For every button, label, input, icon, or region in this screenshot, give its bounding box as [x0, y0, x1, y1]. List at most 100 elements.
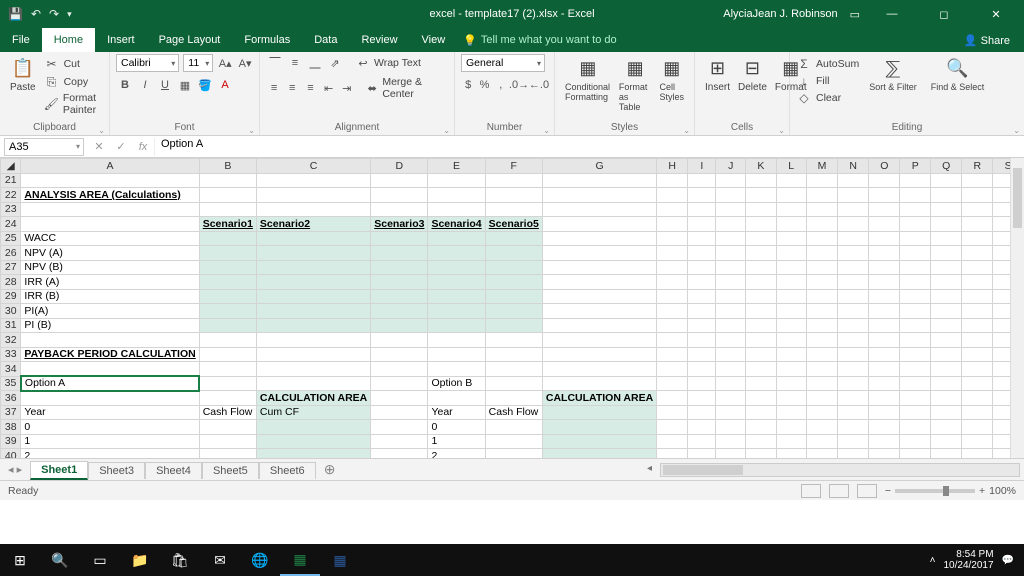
formula-input[interactable]: Option A: [154, 138, 1024, 156]
cell-J30[interactable]: [716, 304, 746, 319]
cell-R32[interactable]: [962, 333, 993, 348]
cell-N36[interactable]: [838, 391, 869, 406]
row-header-36[interactable]: 36: [1, 391, 21, 406]
cell-M34[interactable]: [806, 362, 838, 377]
insert-cells-button[interactable]: ⊞Insert: [701, 54, 734, 116]
cell-P34[interactable]: [900, 362, 931, 377]
cell-G26[interactable]: [542, 246, 656, 261]
cell-P36[interactable]: [900, 391, 931, 406]
enter-formula-button[interactable]: ✓: [110, 140, 132, 153]
cell-B39[interactable]: [199, 434, 256, 449]
cell-Q26[interactable]: [931, 246, 962, 261]
fill-color-button[interactable]: 🪣: [196, 76, 214, 94]
cell-A21[interactable]: [21, 173, 199, 188]
cell-B23[interactable]: [199, 202, 256, 217]
notifications-icon[interactable]: 💬: [1002, 555, 1014, 566]
row-header-34[interactable]: 34: [1, 362, 21, 377]
word-taskbar-button[interactable]: ▦: [320, 544, 360, 576]
cell-A29[interactable]: IRR (B): [21, 289, 199, 304]
cell-G23[interactable]: [542, 202, 656, 217]
redo-icon[interactable]: ↷: [49, 7, 59, 21]
cell-P39[interactable]: [900, 434, 931, 449]
cell-N30[interactable]: [838, 304, 869, 319]
cell-O38[interactable]: [869, 420, 900, 435]
cell-C39[interactable]: [256, 434, 370, 449]
cell-H37[interactable]: [657, 405, 688, 420]
cell-A37[interactable]: Year: [21, 405, 199, 420]
cell-B37[interactable]: Cash Flow: [199, 405, 256, 420]
col-header-K[interactable]: K: [746, 159, 777, 174]
cell-J32[interactable]: [716, 333, 746, 348]
cell-H35[interactable]: [657, 376, 688, 391]
cell-Q29[interactable]: [931, 289, 962, 304]
row-header-24[interactable]: 24: [1, 217, 21, 232]
cell-I33[interactable]: [688, 347, 716, 362]
cell-F37[interactable]: Cash Flow: [485, 405, 542, 420]
cell-F39[interactable]: [485, 434, 542, 449]
col-header-N[interactable]: N: [838, 159, 869, 174]
cell-A31[interactable]: PI (B): [21, 318, 199, 333]
share-button[interactable]: 👤 Share: [964, 34, 1024, 47]
maximize-button[interactable]: ◻: [924, 8, 964, 21]
cell-J29[interactable]: [716, 289, 746, 304]
tab-file[interactable]: File: [0, 28, 42, 52]
cell-L22[interactable]: [776, 188, 806, 203]
tab-formulas[interactable]: Formulas: [232, 28, 302, 52]
cell-H36[interactable]: [657, 391, 688, 406]
tab-page-layout[interactable]: Page Layout: [147, 28, 233, 52]
cell-R29[interactable]: [962, 289, 993, 304]
cell-F23[interactable]: [485, 202, 542, 217]
cell-P37[interactable]: [900, 405, 931, 420]
row-header-37[interactable]: 37: [1, 405, 21, 420]
cell-D26[interactable]: [371, 246, 428, 261]
cell-E37[interactable]: Year: [428, 405, 485, 420]
cell-L27[interactable]: [776, 260, 806, 275]
cell-D31[interactable]: [371, 318, 428, 333]
cell-P22[interactable]: [900, 188, 931, 203]
fill-button[interactable]: ↓Fill: [796, 73, 859, 89]
cell-I24[interactable]: [688, 217, 716, 232]
align-center-button[interactable]: ≡: [284, 79, 300, 97]
cell-R36[interactable]: [962, 391, 993, 406]
cell-O22[interactable]: [869, 188, 900, 203]
col-header-D[interactable]: D: [371, 159, 428, 174]
cell-L28[interactable]: [776, 275, 806, 290]
cell-A27[interactable]: NPV (B): [21, 260, 199, 275]
cell-M25[interactable]: [806, 231, 838, 246]
cell-N24[interactable]: [838, 217, 869, 232]
cell-K30[interactable]: [746, 304, 777, 319]
cell-L31[interactable]: [776, 318, 806, 333]
cell-F26[interactable]: [485, 246, 542, 261]
cell-D25[interactable]: [371, 231, 428, 246]
cell-H31[interactable]: [657, 318, 688, 333]
cell-Q40[interactable]: [931, 449, 962, 459]
row-header-26[interactable]: 26: [1, 246, 21, 261]
excel-taskbar-button[interactable]: ▦: [280, 544, 320, 576]
cell-C40[interactable]: [256, 449, 370, 459]
cell-H32[interactable]: [657, 333, 688, 348]
sheet-tab-sheet6[interactable]: Sheet6: [259, 462, 316, 479]
cell-E26[interactable]: [428, 246, 485, 261]
cell-R28[interactable]: [962, 275, 993, 290]
minimize-button[interactable]: —: [872, 8, 912, 20]
cut-button[interactable]: ✂Cut: [44, 56, 103, 72]
tab-review[interactable]: Review: [349, 28, 409, 52]
col-header-Q[interactable]: Q: [931, 159, 962, 174]
format-as-table-button[interactable]: ▦Format as Table: [615, 54, 656, 116]
cell-N33[interactable]: [838, 347, 869, 362]
cell-P32[interactable]: [900, 333, 931, 348]
cell-M26[interactable]: [806, 246, 838, 261]
cell-Q39[interactable]: [931, 434, 962, 449]
cell-I28[interactable]: [688, 275, 716, 290]
row-header-40[interactable]: 40: [1, 449, 21, 459]
cell-O40[interactable]: [869, 449, 900, 459]
cell-K26[interactable]: [746, 246, 777, 261]
cell-I40[interactable]: [688, 449, 716, 459]
cell-Q35[interactable]: [931, 376, 962, 391]
cell-B40[interactable]: [199, 449, 256, 459]
cell-E39[interactable]: 1: [428, 434, 485, 449]
cell-E27[interactable]: [428, 260, 485, 275]
cell-P31[interactable]: [900, 318, 931, 333]
cell-C30[interactable]: [256, 304, 370, 319]
col-header-P[interactable]: P: [900, 159, 931, 174]
